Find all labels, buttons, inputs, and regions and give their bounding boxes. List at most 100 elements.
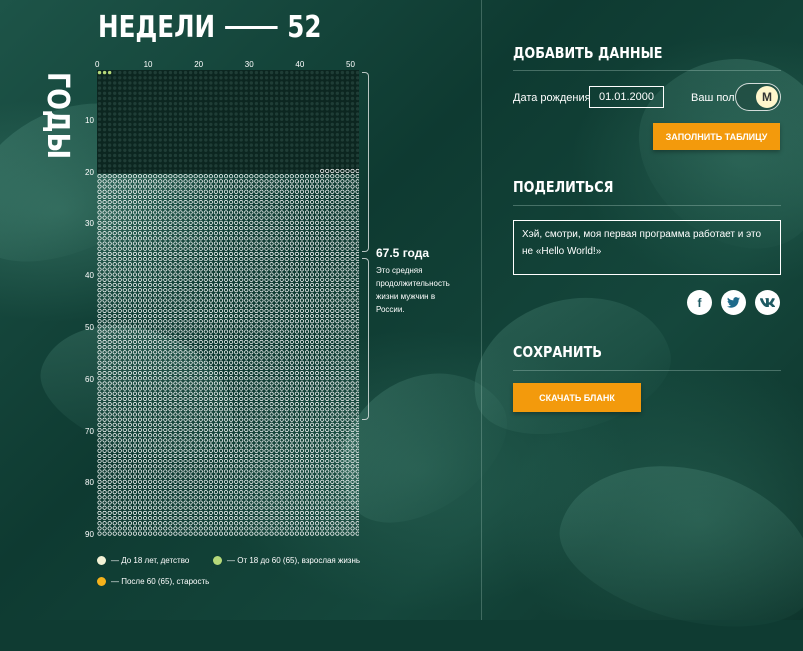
week-cell [340, 225, 345, 231]
week-cell [188, 495, 193, 500]
week-cell [107, 215, 112, 220]
week-cell [325, 215, 330, 220]
week-cell [350, 246, 355, 251]
week-cell [305, 112, 309, 116]
week-cell [355, 459, 359, 464]
week-cell [330, 308, 335, 313]
fill-table-button[interactable]: ЗАПОЛНИТЬ ТАБЛИЦУ [653, 123, 780, 150]
week-cell [304, 339, 310, 345]
week-cell [304, 267, 310, 272]
week-cell [335, 521, 340, 526]
week-cell [294, 459, 299, 464]
week-cell [173, 288, 178, 293]
week-cell [117, 303, 122, 308]
week-cell [183, 241, 188, 246]
week-cell [244, 412, 249, 417]
week-cell [340, 277, 345, 282]
week-cell [148, 329, 153, 334]
week-cell [208, 220, 213, 225]
week-cell [198, 443, 203, 448]
week-cell [203, 531, 208, 536]
week-cell [127, 225, 132, 231]
week-cell [269, 350, 274, 355]
week-cell [163, 112, 168, 116]
week-cell [208, 376, 213, 381]
week-cell [309, 370, 315, 376]
week-cell [284, 402, 289, 407]
week-cell [178, 96, 183, 101]
week-cell [168, 107, 173, 111]
week-cell [158, 288, 163, 293]
week-cell [102, 360, 107, 365]
week-cell [254, 174, 259, 179]
week-cell [234, 365, 239, 370]
week-cell [178, 319, 183, 324]
week-cell [320, 148, 324, 152]
facebook-icon[interactable]: f [687, 290, 712, 315]
week-cell [193, 360, 198, 365]
week-cell [249, 298, 254, 303]
week-cell [102, 386, 107, 391]
week-cell [274, 241, 279, 246]
week-cell [148, 210, 153, 215]
week-cell [350, 474, 355, 479]
week-cell [128, 122, 132, 127]
sex-toggle-knob[interactable]: М [756, 86, 778, 108]
week-cell [112, 422, 117, 427]
week-cell [325, 339, 330, 345]
week-cell [244, 101, 248, 106]
week-cell [274, 91, 279, 96]
week-cell [254, 510, 259, 515]
sex-toggle[interactable]: М [735, 83, 781, 111]
week-cell [239, 484, 244, 490]
week-cell [350, 396, 355, 402]
week-cell [213, 308, 218, 313]
vk-icon[interactable] [755, 290, 780, 315]
week-cell [249, 267, 254, 272]
week-cell [239, 391, 244, 396]
week-cell [320, 474, 325, 479]
week-cell [122, 417, 127, 422]
week-cell [274, 262, 279, 267]
week-cell [127, 531, 132, 536]
week-cell [325, 164, 329, 168]
week-cell [264, 298, 269, 303]
week-cell [117, 515, 122, 521]
twitter-icon[interactable] [721, 290, 746, 315]
week-cell [208, 210, 213, 215]
week-cell [355, 402, 359, 407]
week-cell [97, 251, 102, 256]
week-cell [133, 107, 137, 111]
week-cell [107, 112, 112, 116]
week-cell [345, 490, 350, 495]
week-cell [107, 505, 112, 510]
week-cell [173, 427, 178, 433]
week-cell [158, 153, 162, 158]
week-cell [223, 355, 229, 360]
week-cell [97, 490, 102, 495]
week-cell [279, 143, 284, 147]
week-cell [264, 500, 269, 505]
week-cell [188, 189, 193, 194]
share-message-input[interactable]: Хэй, смотри, моя первая программа работа… [513, 220, 781, 275]
week-cell [218, 376, 224, 381]
dob-input[interactable] [589, 86, 664, 108]
week-cell [143, 153, 147, 158]
week-cell [102, 200, 107, 205]
week-cell [193, 112, 198, 116]
week-cell [113, 127, 117, 132]
week-cell [244, 370, 249, 376]
week-cell [300, 164, 304, 168]
week-cell [153, 319, 158, 324]
week-cell [269, 272, 274, 277]
week-cell [279, 386, 284, 391]
week-cell [304, 225, 310, 231]
download-form-button[interactable]: СКАЧАТЬ БЛАНК [513, 383, 641, 412]
week-cell [350, 433, 355, 438]
week-cell [107, 288, 112, 293]
week-cell [269, 138, 274, 142]
week-cell [345, 350, 350, 355]
week-cell [269, 505, 274, 510]
week-cell [173, 495, 178, 500]
week-cell [153, 422, 158, 427]
